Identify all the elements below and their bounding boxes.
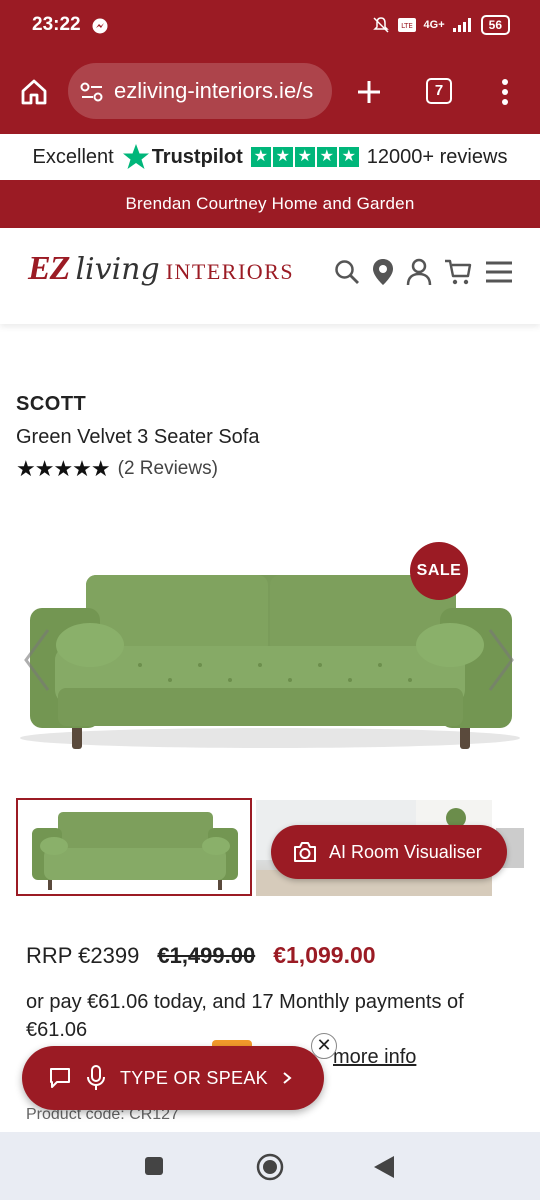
url-text: ezliving-interiors.ie/s: [114, 78, 314, 103]
tab-switcher-button[interactable]: 7: [426, 78, 452, 104]
site-header: EZ living INTERIORS: [0, 228, 540, 324]
mute-icon: [372, 17, 389, 33]
store-locator-icon[interactable]: [372, 258, 394, 286]
star-icon: ★: [294, 147, 315, 167]
rating-stars-icon: ★★★★★: [16, 456, 111, 481]
site-settings-icon[interactable]: [80, 81, 104, 103]
ai-room-visualiser-label: AI Room Visualiser: [329, 841, 482, 862]
address-bar[interactable]: ezliving-interiors.ie/s: [68, 63, 332, 119]
signal-icon: [452, 18, 471, 32]
ez-living-logo[interactable]: EZ living INTERIORS: [28, 250, 294, 288]
was-price: €1,499.00: [157, 943, 256, 968]
browser-toolbar: ezliving-interiors.ie/s 7: [0, 54, 540, 134]
search-icon[interactable]: [334, 259, 360, 285]
trustpilot-stars: ★ ★ ★ ★ ★: [250, 147, 359, 167]
chat-bubble-icon: [50, 1068, 70, 1088]
recent-apps-icon[interactable]: [144, 1156, 164, 1176]
volte-icon: LTE: [397, 18, 416, 32]
home-button-icon[interactable]: [255, 1152, 285, 1182]
previous-image-arrow-icon[interactable]: [18, 625, 58, 695]
microphone-icon: [87, 1065, 105, 1090]
price-row: RRP €2399 €1,499.00 €1,099.00: [26, 942, 376, 969]
more-menu-icon[interactable]: [498, 78, 512, 106]
status-time: 23:22: [32, 14, 81, 35]
next-image-arrow-icon[interactable]: [480, 625, 520, 695]
new-tab-icon[interactable]: [356, 79, 382, 105]
sale-badge: SALE: [410, 542, 468, 600]
type-or-speak-button[interactable]: TYPE OR SPEAK: [22, 1046, 324, 1110]
thumbnail-sofa-image: [32, 812, 238, 890]
network-type: 4G+: [423, 19, 445, 31]
ai-room-visualiser-button[interactable]: AI Room Visualiser: [271, 825, 507, 879]
star-icon: ★: [316, 147, 337, 167]
camera-icon: [294, 842, 316, 862]
trustpilot-star-icon: [122, 144, 149, 169]
product-brand: SCOTT: [16, 393, 87, 415]
star-icon: ★: [250, 147, 271, 167]
account-icon[interactable]: [406, 258, 432, 286]
cart-icon[interactable]: [444, 258, 472, 286]
home-icon[interactable]: [20, 78, 48, 106]
thumbnail-1[interactable]: [16, 798, 252, 896]
type-or-speak-label: TYPE OR SPEAK: [120, 1067, 268, 1088]
hamburger-menu-icon[interactable]: [484, 259, 514, 285]
android-navigation-bar: [0, 1132, 540, 1200]
payment-plan-text: or pay €61.06 today, and 17 Monthly paym…: [26, 991, 464, 1041]
trustpilot-review-count: 12000+ reviews: [366, 145, 508, 168]
rrp-price: RRP €2399: [26, 943, 140, 968]
back-button-icon[interactable]: [372, 1154, 396, 1180]
status-bar: 23:22 LTE 4G+ 56: [0, 0, 540, 54]
close-assistant-button[interactable]: ✕: [311, 1033, 337, 1059]
svg-text:LTE: LTE: [401, 22, 413, 30]
battery-indicator: 56: [480, 15, 510, 35]
logo-ez-text: EZ: [28, 250, 70, 287]
trustpilot-rating-word: Excellent: [32, 145, 114, 168]
messenger-icon: [92, 18, 108, 34]
logo-living-text: living: [75, 252, 160, 287]
product-title: Green Velvet 3 Seater Sofa: [16, 426, 260, 448]
review-count: (2 Reviews): [117, 458, 218, 479]
trustpilot-logo-text: Trustpilot: [151, 145, 243, 168]
sale-price: €1,099.00: [273, 942, 376, 968]
logo-interiors-text: INTERIORS: [165, 259, 295, 284]
promo-banner[interactable]: Brendan Courtney Home and Garden: [0, 180, 540, 228]
star-icon: ★: [338, 147, 359, 167]
chevron-right-icon: [283, 1072, 292, 1084]
product-rating[interactable]: ★★★★★ (2 Reviews): [16, 456, 218, 482]
trustpilot-bar[interactable]: Excellent Trustpilot ★ ★ ★ ★ ★ 12000+ re…: [0, 134, 540, 180]
more-info-link[interactable]: more info: [333, 1046, 416, 1069]
star-icon: ★: [272, 147, 293, 167]
